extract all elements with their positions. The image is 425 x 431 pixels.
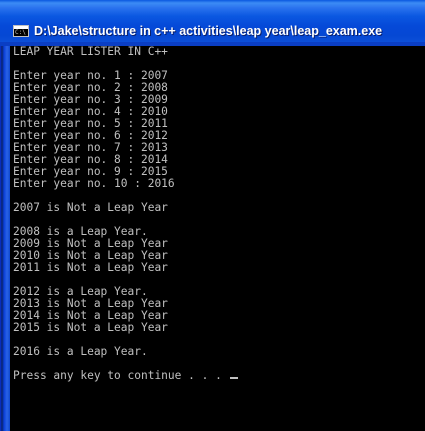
- window-title: D:\Jake\structure in c++ activities\leap…: [34, 24, 383, 38]
- console-output-area[interactable]: LEAP YEAR LISTER IN C++ Enter year no. 1…: [10, 46, 425, 431]
- console-app-icon[interactable]: C:\: [13, 25, 29, 37]
- console-prompt-line: Press any key to continue . . .: [13, 369, 229, 382]
- console-line: 2016 is a Leap Year.: [13, 345, 148, 358]
- title-bar[interactable]: C:\ D:\Jake\structure in c++ activities\…: [0, 0, 425, 42]
- console-line: 2015 is Not a Leap Year: [13, 321, 168, 334]
- console-line: LEAP YEAR LISTER IN C++: [13, 45, 168, 58]
- text-cursor: [229, 377, 238, 379]
- console-line: 2007 is Not a Leap Year: [13, 201, 168, 214]
- console-window: C:\ D:\Jake\structure in c++ activities\…: [0, 0, 425, 431]
- window-left-border: [0, 46, 10, 431]
- console-line: Enter year no. 10 : 2016: [13, 177, 175, 190]
- console-line: 2011 is Not a Leap Year: [13, 261, 168, 274]
- console-text: LEAP YEAR LISTER IN C++ Enter year no. 1…: [13, 46, 238, 382]
